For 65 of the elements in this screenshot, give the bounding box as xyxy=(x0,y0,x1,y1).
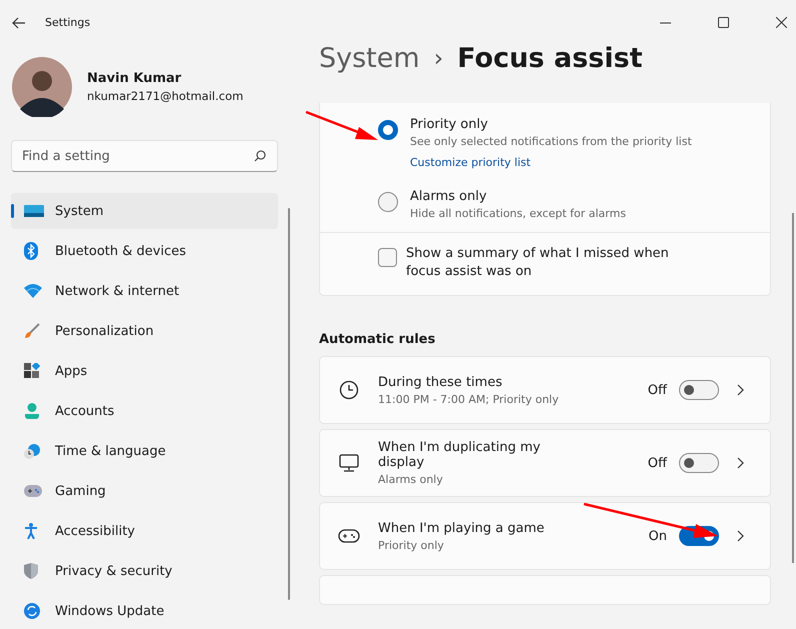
sidebar-item[interactable]: Apps xyxy=(11,353,278,389)
gamepad-icon xyxy=(24,485,42,497)
radio-button[interactable] xyxy=(378,192,398,212)
sidebar-item[interactable]: Accounts xyxy=(11,393,278,429)
sidebar-item[interactable]: Privacy & security xyxy=(11,553,278,589)
avatar xyxy=(12,57,72,117)
sidebar-item[interactable]: Personalization xyxy=(11,313,278,349)
rule-card[interactable]: During these times 11:00 PM - 7:00 AM; Priority only Off xyxy=(319,356,771,424)
monitor-icon xyxy=(338,454,360,472)
accessibility-icon xyxy=(24,523,38,539)
wifi-icon xyxy=(24,284,42,298)
search-icon xyxy=(254,150,266,162)
maximize-icon[interactable] xyxy=(718,17,729,28)
checkbox[interactable] xyxy=(378,248,397,267)
option-description: Hide all notifications, except for alarms xyxy=(410,207,626,220)
globe-clock-icon xyxy=(24,443,40,459)
apps-icon xyxy=(24,363,40,379)
rule-title: During these times xyxy=(378,374,504,390)
window-title: Settings xyxy=(45,16,90,29)
toggle-switch[interactable] xyxy=(679,453,719,473)
sidebar-item[interactable]: Accessibility xyxy=(11,513,278,549)
toggle-switch[interactable] xyxy=(679,380,719,400)
user-name: Navin Kumar xyxy=(87,71,182,86)
toggle-state: Off xyxy=(648,382,667,398)
sidebar-item[interactable]: Gaming xyxy=(11,473,278,509)
chevron-right-icon xyxy=(737,384,744,396)
rule-subtitle: Priority only xyxy=(378,538,445,552)
person-icon xyxy=(24,403,40,419)
breadcrumb-separator: › xyxy=(434,44,444,72)
minimize-icon[interactable] xyxy=(660,22,671,24)
bluetooth-icon xyxy=(24,242,38,260)
chevron-right-icon xyxy=(737,457,744,469)
shield-icon xyxy=(24,563,38,579)
rule-subtitle: 11:00 PM - 7:00 AM; Priority only xyxy=(378,392,560,406)
rule-title: When I'm duplicating my display xyxy=(378,440,542,470)
monitor-icon xyxy=(24,205,44,217)
user-email: nkumar2171@hotmail.com xyxy=(87,89,244,103)
rule-card[interactable]: When I'm playing a game Priority only On xyxy=(319,502,771,570)
sidebar-item[interactable]: Time & language xyxy=(11,433,278,469)
sidebar-item[interactable]: Windows Update xyxy=(11,593,278,629)
chevron-right-icon xyxy=(737,530,744,542)
breadcrumb-parent[interactable]: System xyxy=(319,42,420,74)
customize-link[interactable]: Customize priority list xyxy=(410,156,692,169)
checkbox-label: Show a summary of what I missed when focus assist was on xyxy=(406,245,670,281)
update-icon xyxy=(24,603,40,619)
option-title: Priority only xyxy=(410,117,489,132)
section-heading: Automatic rules xyxy=(319,332,436,347)
option-title: Alarms only xyxy=(410,189,488,204)
sidebar-item[interactable]: Network & internet xyxy=(11,273,278,309)
brush-icon xyxy=(24,323,40,339)
rule-title: When I'm playing a game xyxy=(378,520,546,536)
rule-subtitle: Alarms only xyxy=(378,473,444,486)
gamepad-icon xyxy=(338,529,360,543)
toggle-state: On xyxy=(648,528,667,544)
search-field[interactable]: Find a setting xyxy=(11,140,278,172)
sidebar-item[interactable]: System xyxy=(11,193,278,229)
clock-icon xyxy=(338,380,360,400)
toggle-state: Off xyxy=(648,456,667,470)
back-arrow-icon[interactable] xyxy=(12,16,26,28)
close-icon[interactable] xyxy=(776,17,787,28)
option-description: See only selected notifications from the priority list xyxy=(410,135,692,148)
sidebar-item[interactable]: Bluetooth & devices xyxy=(11,233,278,269)
page-title: Focus assist xyxy=(457,42,642,74)
radio-button[interactable] xyxy=(378,120,398,140)
rule-card[interactable]: When I'm duplicating my display Alarms only Off xyxy=(319,429,771,497)
